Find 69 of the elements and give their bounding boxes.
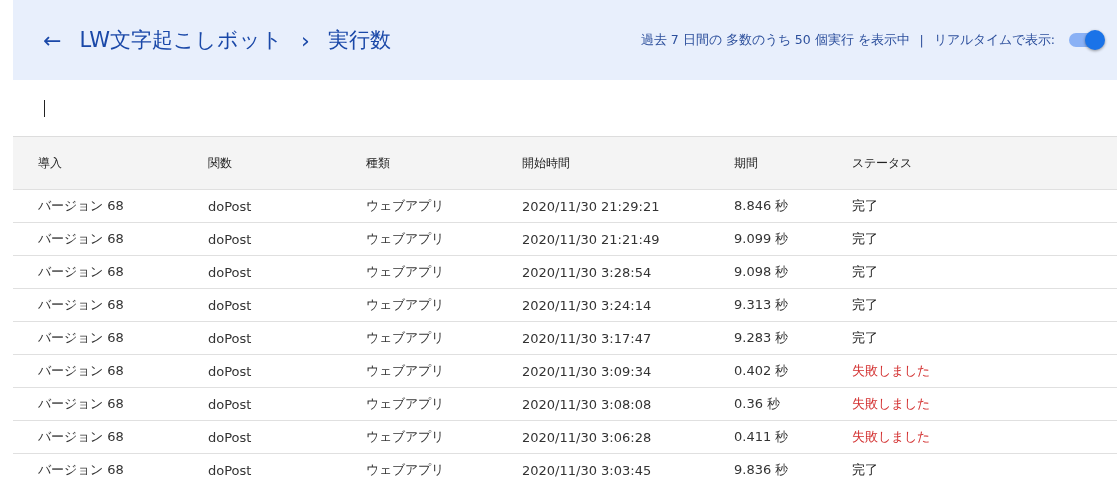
table-cell-text: ウェブアプリ <box>366 362 445 380</box>
table-cell-text: バージョン 68 <box>37 362 125 380</box>
table-cell-text: 9.098 秒 <box>734 263 790 281</box>
table-cell-text: doPost <box>208 330 253 346</box>
table-cell-text: バージョン 68 <box>37 230 125 248</box>
status-cell-text: 完了 <box>852 329 879 347</box>
table-cell-text: 2020/11/30 3:06:28 <box>522 429 653 445</box>
status-cell-text: 完了 <box>852 461 879 479</box>
table-cell-text: ウェブアプリ <box>366 296 445 314</box>
table-cell-text: 2020/11/30 3:08:08 <box>522 396 653 412</box>
table-cell-text: ウェブアプリ <box>366 461 445 479</box>
column-header[interactable]: 開始時間 <box>522 155 734 171</box>
status-cell-text: 失敗しました <box>852 362 931 380</box>
table-cell-text: doPost <box>208 297 253 313</box>
table-cell-text: ウェブアプリ <box>366 329 445 347</box>
table-cell-text: ウェブアプリ <box>366 263 445 281</box>
table-cell-text: ウェブアプリ <box>366 197 445 215</box>
table-cell-text: バージョン 68 <box>37 263 125 281</box>
breadcrumb-link[interactable]: LW文字起こしボット <box>79 26 283 54</box>
text-cursor <box>44 99 45 117</box>
table-cell-text: 2020/11/30 21:21:49 <box>522 231 661 247</box>
table-cell-text: バージョン 68 <box>37 329 125 347</box>
table-cell-text: 0.411 秒 <box>734 428 790 446</box>
table-cell-text: 0.36 秒 <box>734 395 782 413</box>
status-cell-text: 完了 <box>852 296 879 314</box>
status-cell-text: 完了 <box>852 263 879 281</box>
table-cell-text: 9.313 秒 <box>734 296 790 314</box>
table-cell-text: doPost <box>208 462 253 478</box>
table-cell-text: 2020/11/30 3:28:54 <box>522 264 653 280</box>
status-cell-text: 失敗しました <box>852 428 931 446</box>
table-cell-text: doPost <box>208 231 253 247</box>
status-cell-text: 完了 <box>852 230 879 248</box>
realtime-toggle[interactable] <box>1069 33 1103 47</box>
table-cell-text: 9.099 秒 <box>734 230 790 248</box>
table-cell-text: doPost <box>208 198 253 214</box>
summary-text: 過去 7 日間の 多数のうち 50 個実行 を表示中 <box>640 31 910 49</box>
table-cell-text: バージョン 68 <box>37 296 125 314</box>
table-cell-text: 9.283 秒 <box>734 329 790 347</box>
table-cell-text: バージョン 68 <box>37 428 125 446</box>
realtime-label: リアルタイムで表示: <box>933 31 1055 49</box>
page-title: 実行数 <box>327 27 391 54</box>
table-cell-text: バージョン 68 <box>37 395 125 413</box>
column-header[interactable]: ステータス <box>852 155 1012 171</box>
table-cell-text: 2020/11/30 3:17:47 <box>522 330 653 346</box>
table-cell-text: 2020/11/30 21:29:21 <box>522 198 661 214</box>
table-cell-text: バージョン 68 <box>37 197 125 215</box>
back-button[interactable]: ← <box>43 27 62 53</box>
table-cell-text: doPost <box>208 429 253 445</box>
status-cell-text: 失敗しました <box>852 395 931 413</box>
column-header[interactable]: 関数 <box>208 155 366 171</box>
table-cell-text: 0.402 秒 <box>734 362 790 380</box>
table-cell-text: バージョン 68 <box>37 461 125 479</box>
breadcrumb-separator: › <box>301 27 310 53</box>
column-header[interactable]: 導入 <box>13 155 208 171</box>
column-header[interactable]: 期間 <box>734 155 852 171</box>
table-cell-text: ウェブアプリ <box>366 428 445 446</box>
divider-text: | <box>919 32 924 48</box>
table-cell-text: 8.846 秒 <box>734 197 790 215</box>
table-cell-text: 2020/11/30 3:09:34 <box>522 363 653 379</box>
table-cell-text: doPost <box>208 363 253 379</box>
table-cell-text: doPost <box>208 264 253 280</box>
table-cell-text: doPost <box>208 396 253 412</box>
table-cell-text: 2020/11/30 3:03:45 <box>522 462 653 478</box>
status-cell-text: 完了 <box>852 197 879 215</box>
table-cell-text: ウェブアプリ <box>366 395 445 413</box>
table-cell-text: 2020/11/30 3:24:14 <box>522 297 653 313</box>
table-cell-text: ウェブアプリ <box>366 230 445 248</box>
table-cell-text: 9.836 秒 <box>734 461 790 479</box>
column-header[interactable]: 種類 <box>366 155 522 171</box>
